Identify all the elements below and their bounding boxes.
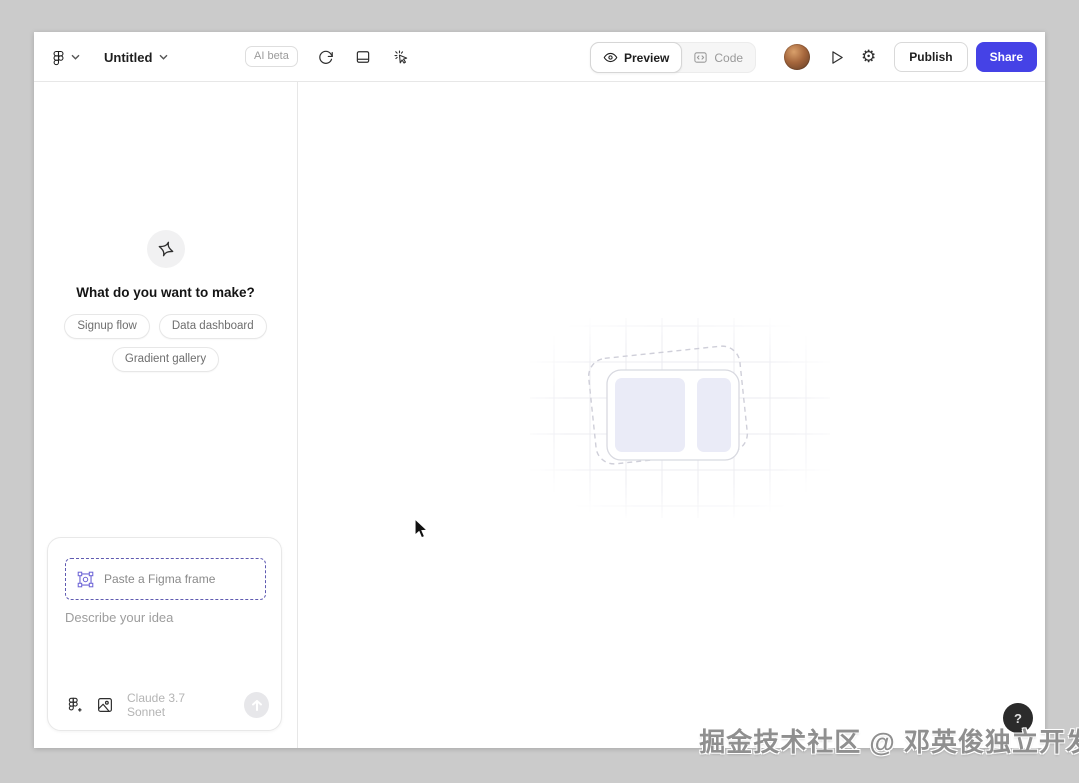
send-button[interactable] — [244, 692, 269, 718]
desktop-background: Untitled AI beta — [0, 0, 1079, 783]
figma-logo-icon — [50, 49, 67, 66]
idea-input[interactable] — [65, 610, 266, 668]
figma-make-window: Untitled AI beta — [34, 32, 1045, 748]
tab-code-label: Code — [714, 51, 743, 65]
publish-button[interactable]: Publish — [894, 42, 967, 72]
paste-figma-frame-label: Paste a Figma frame — [104, 572, 215, 586]
gear-icon: ⚙ — [861, 49, 876, 66]
chevron-down-icon — [71, 54, 80, 60]
attach-image-button[interactable] — [96, 696, 114, 714]
prompt-card: Paste a Figma frame — [47, 537, 282, 731]
view-toggle: Preview Code — [590, 42, 756, 73]
ai-sparkle-badge — [147, 230, 185, 268]
chip-data-dashboard[interactable]: Data dashboard — [159, 314, 267, 339]
tab-preview[interactable]: Preview — [590, 42, 682, 73]
tab-code[interactable]: Code — [681, 42, 755, 73]
canvas[interactable] — [298, 82, 1045, 748]
sidebar: What do you want to make? Signup flow Da… — [34, 82, 298, 748]
file-title-button[interactable]: Untitled — [104, 50, 168, 65]
ai-beta-badge: AI beta — [245, 46, 298, 67]
suggestion-chips: Signup flow Data dashboard Gradient gall… — [60, 314, 272, 372]
attach-figma-button[interactable] — [65, 696, 83, 714]
file-title: Untitled — [104, 50, 152, 65]
paste-figma-frame-button[interactable]: Paste a Figma frame — [65, 558, 266, 600]
refresh-icon — [317, 49, 334, 66]
arrow-up-icon — [251, 699, 263, 712]
play-button[interactable] — [824, 45, 849, 70]
mouse-cursor — [412, 518, 432, 540]
chevron-down-icon — [159, 54, 168, 60]
chip-gradient-gallery[interactable]: Gradient gallery — [112, 347, 219, 372]
empty-state-heading: What do you want to make? — [34, 285, 297, 300]
tab-preview-label: Preview — [624, 51, 669, 65]
settings-button[interactable]: ⚙ — [857, 45, 880, 70]
model-label: Claude 3.7 Sonnet — [127, 691, 222, 719]
play-icon — [828, 49, 845, 66]
device-frame-icon — [354, 48, 372, 66]
avatar[interactable] — [784, 44, 810, 70]
chip-signup-flow[interactable]: Signup flow — [64, 314, 149, 339]
topbar: Untitled AI beta — [34, 32, 1045, 82]
figma-menu-button[interactable] — [48, 45, 82, 70]
magic-cursor-button[interactable] — [386, 42, 416, 72]
empty-canvas-illustration — [530, 318, 830, 518]
eye-icon — [603, 50, 618, 65]
refresh-button[interactable] — [310, 42, 340, 72]
figma-add-icon — [65, 696, 83, 714]
watermark: 掘金技术社区 @ 邓英俊独立开发 — [699, 722, 1079, 759]
image-icon — [96, 696, 114, 714]
empty-state: What do you want to make? Signup flow Da… — [34, 230, 297, 372]
placeholder-card — [607, 370, 739, 460]
prompt-footer: Claude 3.7 Sonnet — [65, 691, 269, 719]
device-preview-button[interactable] — [348, 42, 378, 72]
figma-frame-icon — [76, 570, 95, 589]
magic-cursor-icon — [392, 48, 410, 66]
ai-swirl-icon — [156, 239, 176, 259]
code-icon — [693, 50, 708, 65]
share-button[interactable]: Share — [976, 42, 1037, 72]
